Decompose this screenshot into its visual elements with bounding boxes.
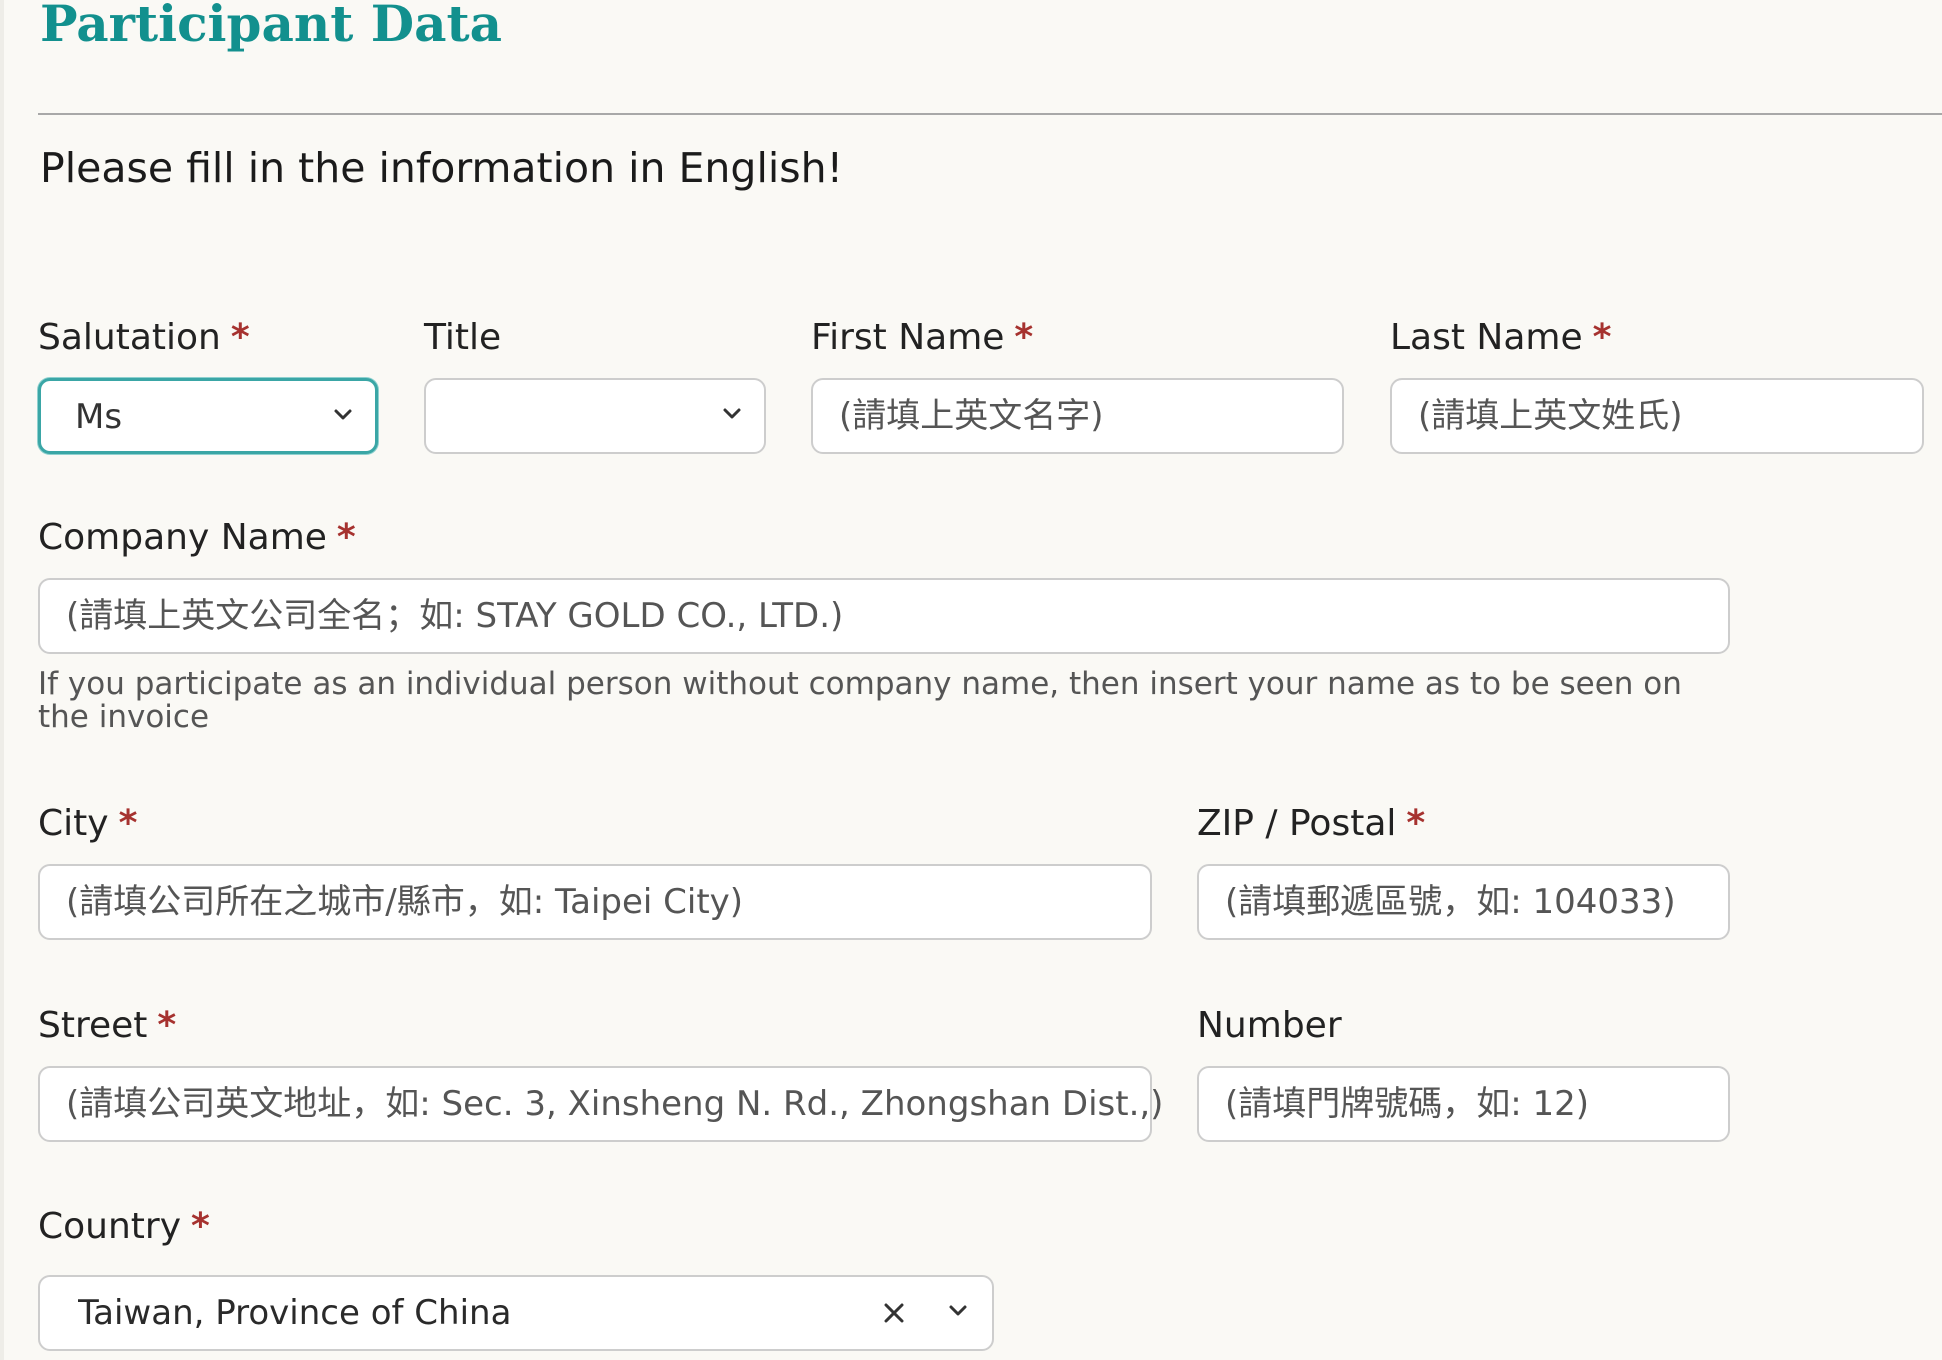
first-name-label-text: First Name (811, 317, 1005, 358)
close-icon[interactable] (880, 1299, 908, 1327)
company-name-label: Company Name * (38, 516, 356, 560)
title-label-text: Title (424, 317, 502, 358)
city-input[interactable]: (請填公司所在之城市/縣市，如: Taipei City) (38, 864, 1152, 940)
city-label-text: City (38, 803, 109, 844)
company-name-helper-text: If you participate as an individual pers… (38, 666, 1682, 735)
required-marker: * (336, 517, 356, 558)
number-label-text: Number (1197, 1005, 1342, 1046)
instruction-text: Please fill in the information in Englis… (40, 144, 844, 192)
salutation-label: Salutation * (38, 316, 250, 360)
country-selected-value: Taiwan, Province of China (78, 1293, 512, 1333)
street-input[interactable]: (請填公司英文地址，如: Sec. 3, Xinsheng N. Rd., Zh… (38, 1066, 1163, 1142)
number-placeholder: (請填門牌號碼，如: 12) (1225, 1084, 1590, 1124)
zip-label-text: ZIP / Postal (1197, 803, 1397, 844)
required-marker: * (157, 1005, 177, 1046)
chevron-down-icon (723, 408, 741, 419)
chevron-down-icon[interactable] (948, 1303, 968, 1319)
city-label: City * (38, 802, 137, 846)
country-label-text: Country (38, 1206, 182, 1247)
salutation-select[interactable]: Ms (38, 378, 378, 454)
required-marker: * (1014, 317, 1034, 358)
zip-placeholder: (請填郵遞區號，如: 104033) (1225, 882, 1676, 922)
required-marker: * (1592, 317, 1612, 358)
first-name-input[interactable]: (請填上英文名字) (811, 378, 1344, 454)
city-placeholder: (請填公司所在之城市/縣市，如: Taipei City) (66, 882, 744, 922)
country-select[interactable]: Taiwan, Province of China (38, 1275, 994, 1351)
first-name-label: First Name * (811, 316, 1033, 360)
first-name-placeholder: (請填上英文名字) (839, 396, 1104, 436)
last-name-label-text: Last Name (1390, 317, 1583, 358)
required-marker: * (230, 317, 250, 358)
company-name-label-text: Company Name (38, 517, 327, 558)
street-label-text: Street (38, 1005, 148, 1046)
zip-label: ZIP / Postal * (1197, 802, 1425, 846)
salutation-selected-value: Ms (75, 397, 123, 437)
participant-form-page: Participant Data Please fill in the info… (0, 0, 1942, 1360)
street-placeholder: (請填公司英文地址，如: Sec. 3, Xinsheng N. Rd., Zh… (66, 1084, 1164, 1124)
street-label: Street * (38, 1004, 176, 1048)
title-label: Title (424, 316, 501, 360)
title-select[interactable] (424, 378, 766, 454)
number-input[interactable]: (請填門牌號碼，如: 12) (1197, 1066, 1730, 1142)
left-edge-strip (0, 0, 4, 1360)
required-marker: * (118, 803, 138, 844)
last-name-input[interactable]: (請填上英文姓氏) (1390, 378, 1924, 454)
zip-input[interactable]: (請填郵遞區號，如: 104033) (1197, 864, 1730, 940)
chevron-down-icon (334, 409, 352, 420)
company-name-input[interactable]: (請填上英文公司全名；如: STAY GOLD CO., LTD.) (38, 578, 1730, 654)
page-title: Participant Data (40, 0, 502, 53)
last-name-placeholder: (請填上英文姓氏) (1418, 396, 1683, 436)
company-name-placeholder: (請填上英文公司全名；如: STAY GOLD CO., LTD.) (66, 596, 844, 636)
required-marker: * (191, 1206, 210, 1247)
last-name-label: Last Name * (1390, 316, 1611, 360)
salutation-label-text: Salutation (38, 317, 221, 358)
title-divider (38, 113, 1942, 115)
required-marker: * (1406, 803, 1426, 844)
country-label: Country * (38, 1205, 210, 1249)
number-label: Number (1197, 1004, 1342, 1048)
